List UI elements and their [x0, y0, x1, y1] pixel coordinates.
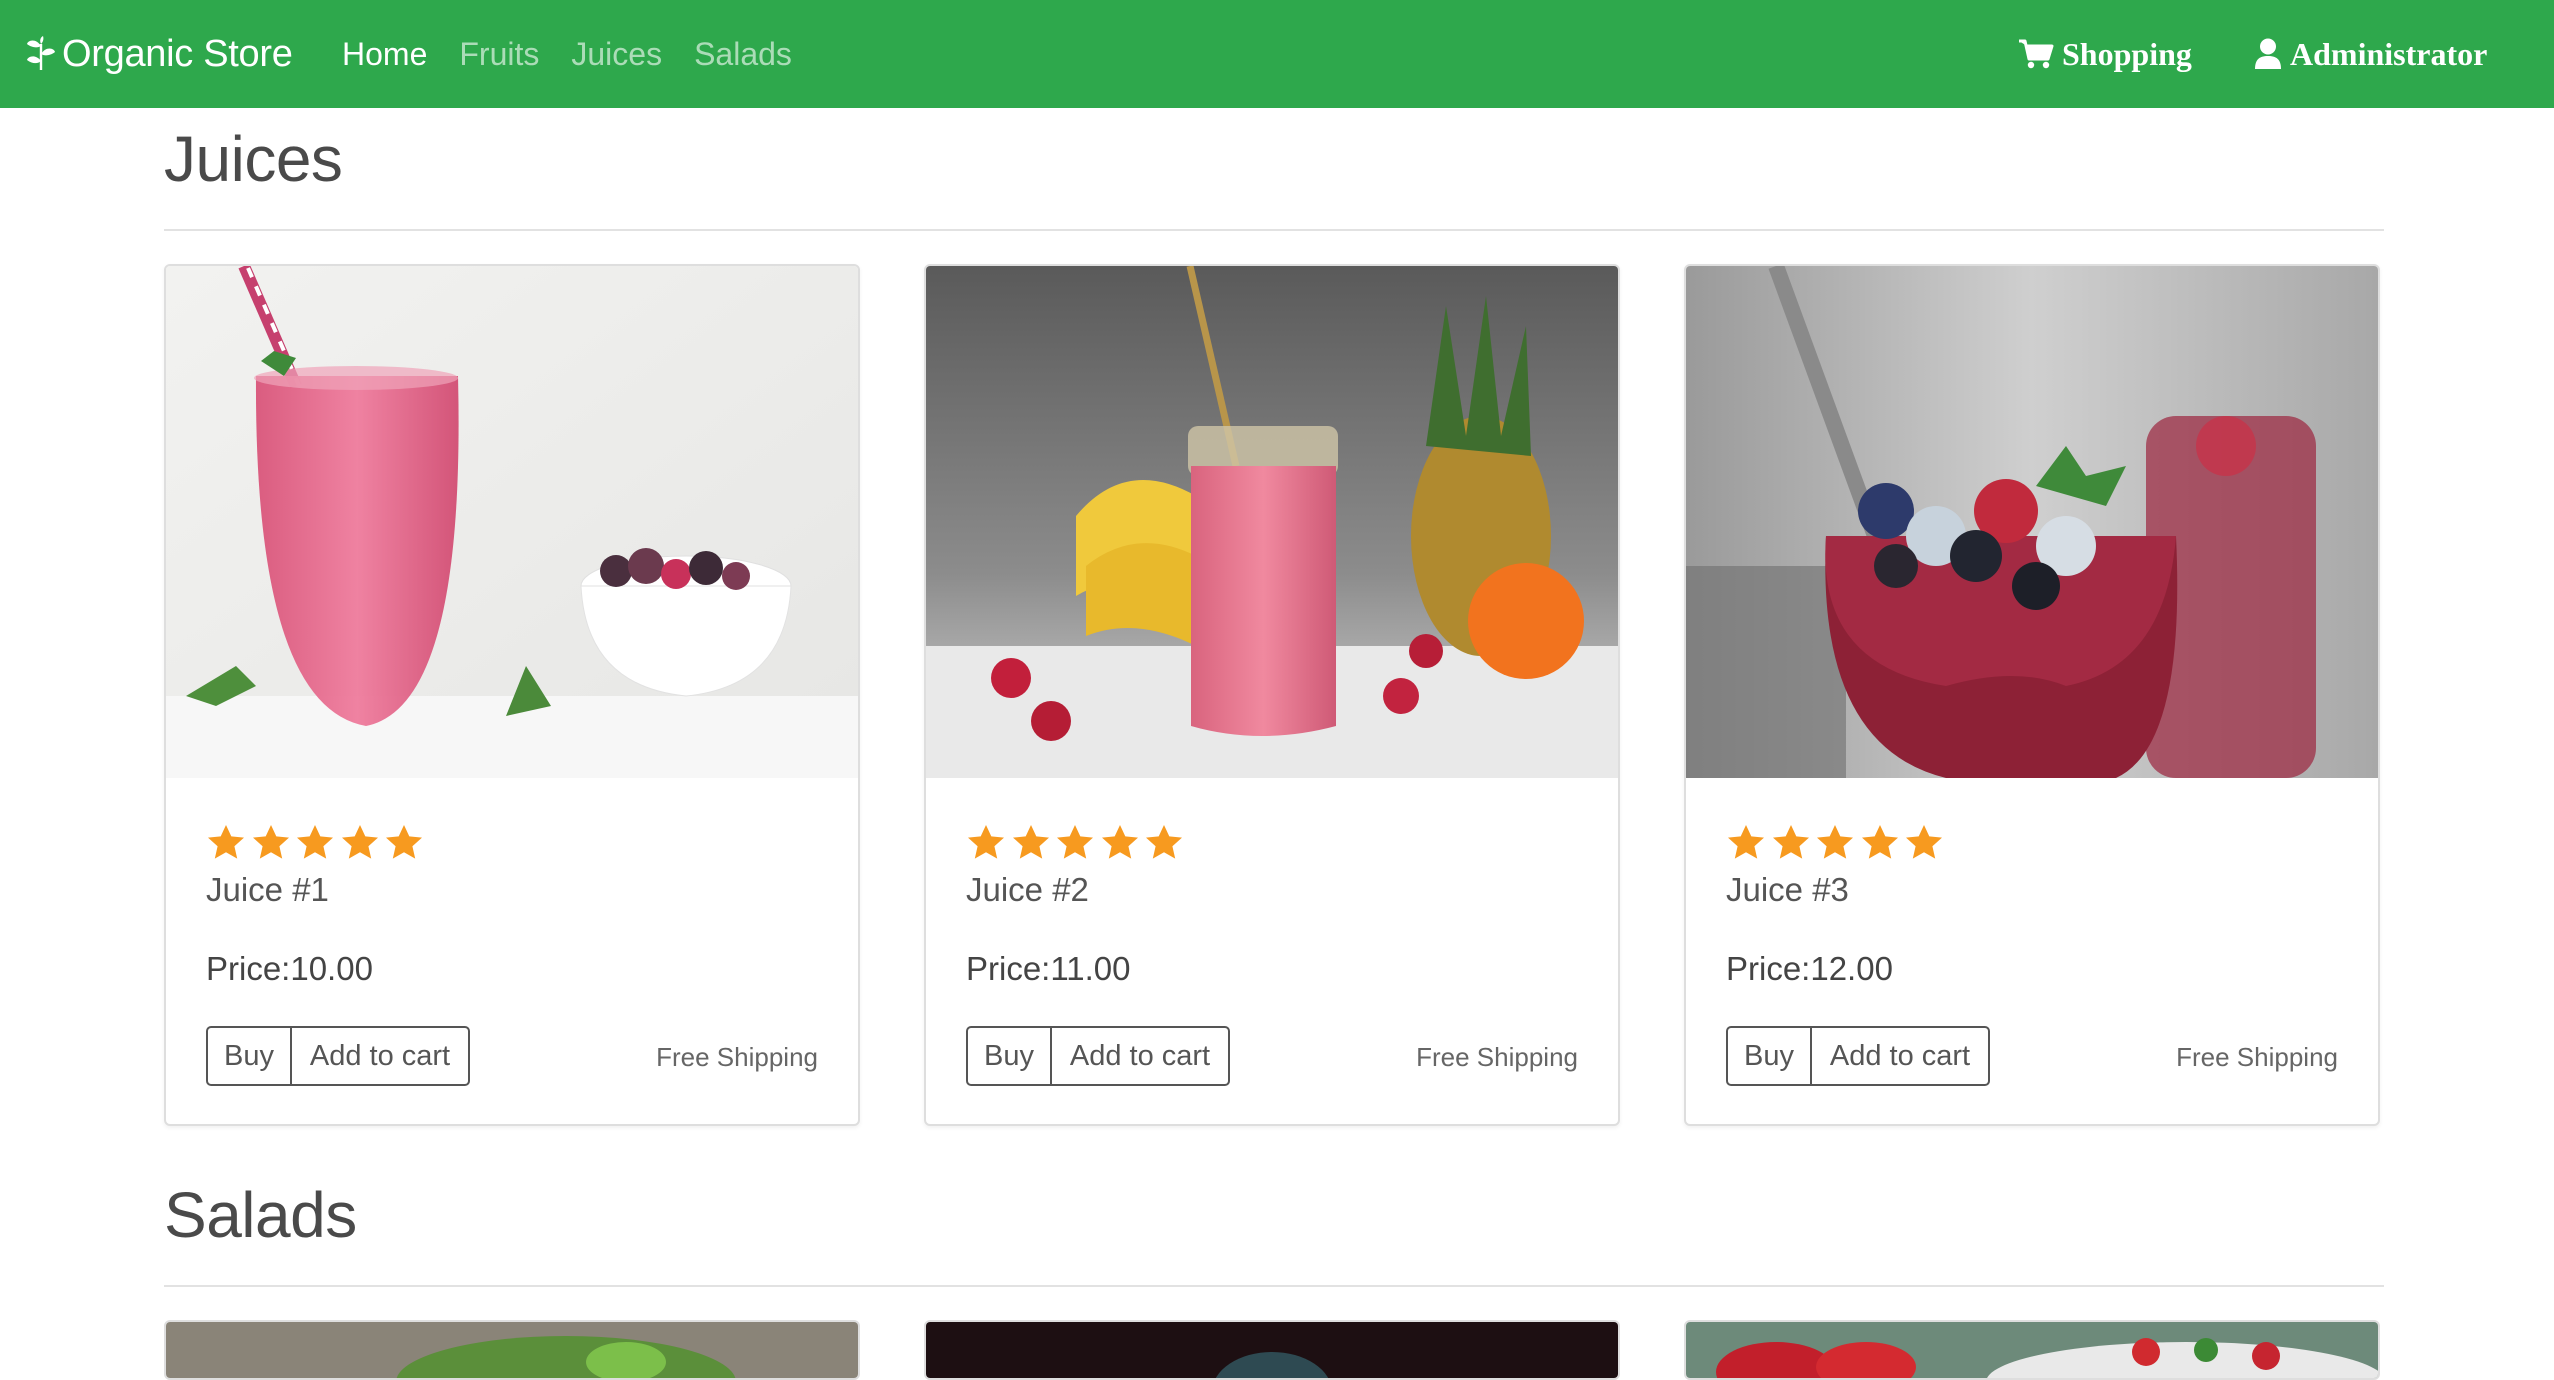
star-icon [1906, 825, 1942, 859]
brand[interactable]: Organic Store [24, 0, 293, 108]
product-card: Juice #1 Price:10.00 Buy Add to cart Fre… [164, 264, 860, 1126]
button-group: Buy Add to cart [1726, 1026, 1990, 1086]
star-icon [1728, 825, 1764, 859]
star-icon [1057, 825, 1093, 859]
product-image [1686, 266, 2378, 778]
buy-button[interactable]: Buy [206, 1026, 292, 1086]
product-name: Juice #2 [966, 871, 1089, 908]
product-image [166, 1322, 858, 1378]
add-to-cart-button[interactable]: Add to cart [1052, 1026, 1230, 1086]
nav-links: Home Fruits Juices Salads [342, 0, 824, 108]
star-icon [1861, 825, 1898, 859]
navbar: Organic Store Home Fruits Juices Salads … [0, 0, 2554, 108]
rating-stars [206, 824, 429, 862]
leaf-icon [27, 36, 55, 70]
buy-button[interactable]: Buy [966, 1026, 1052, 1086]
cart-icon [2019, 39, 2054, 69]
nav-juices[interactable]: Juices [571, 36, 662, 73]
product-name: Juice #1 [206, 871, 329, 908]
star-icon [252, 825, 289, 859]
user-icon [2255, 38, 2281, 69]
buy-button[interactable]: Buy [1726, 1026, 1812, 1086]
product-card [924, 1320, 1620, 1380]
section-title-juices: Juices [164, 123, 343, 195]
product-price: Price:11.00 [966, 950, 1131, 987]
nav-salads[interactable]: Salads [694, 36, 792, 73]
star-icon [968, 825, 1004, 859]
shipping-label: Free Shipping [2176, 1042, 2338, 1072]
shipping-label: Free Shipping [1416, 1042, 1578, 1072]
product-card [1684, 1320, 2380, 1380]
product-price: Price:10.00 [206, 950, 373, 987]
product-image [1686, 1322, 2378, 1378]
product-card [164, 1320, 860, 1380]
star-icon [1012, 825, 1049, 859]
star-icon [1817, 825, 1853, 859]
star-icon [386, 825, 422, 859]
product-card: Juice #3 Price:12.00 Buy Add to cart Fre… [1684, 264, 2380, 1126]
star-icon [1772, 825, 1809, 859]
star-icon [1146, 825, 1182, 859]
button-group: Buy Add to cart [206, 1026, 470, 1086]
section-divider [164, 229, 2384, 231]
star-icon [341, 825, 378, 859]
star-icon [297, 825, 333, 859]
admin-link[interactable]: Administrator [2254, 0, 2487, 108]
section-title-salads: Salads [164, 1179, 357, 1251]
add-to-cart-button[interactable]: Add to cart [292, 1026, 470, 1086]
nav-fruits[interactable]: Fruits [459, 36, 539, 73]
nav-home[interactable]: Home [342, 36, 427, 73]
star-icon [1101, 825, 1138, 859]
button-group: Buy Add to cart [966, 1026, 1230, 1086]
rating-stars [1726, 824, 1949, 862]
product-image [926, 1322, 1618, 1378]
shopping-link[interactable]: Shopping [2018, 0, 2192, 108]
rating-stars [966, 824, 1189, 862]
product-name: Juice #3 [1726, 871, 1849, 908]
star-icon [208, 825, 244, 859]
product-image [166, 266, 858, 778]
section-divider [164, 1285, 2384, 1287]
product-image [926, 266, 1618, 778]
add-to-cart-button[interactable]: Add to cart [1812, 1026, 1990, 1086]
brand-label: Organic Store [62, 32, 293, 75]
product-card: Juice #2 Price:11.00 Buy Add to cart Fre… [924, 264, 1620, 1126]
product-price: Price:12.00 [1726, 950, 1893, 987]
shipping-label: Free Shipping [656, 1042, 818, 1072]
shopping-label: Shopping [2062, 35, 2192, 72]
admin-label: Administrator [2290, 35, 2488, 72]
